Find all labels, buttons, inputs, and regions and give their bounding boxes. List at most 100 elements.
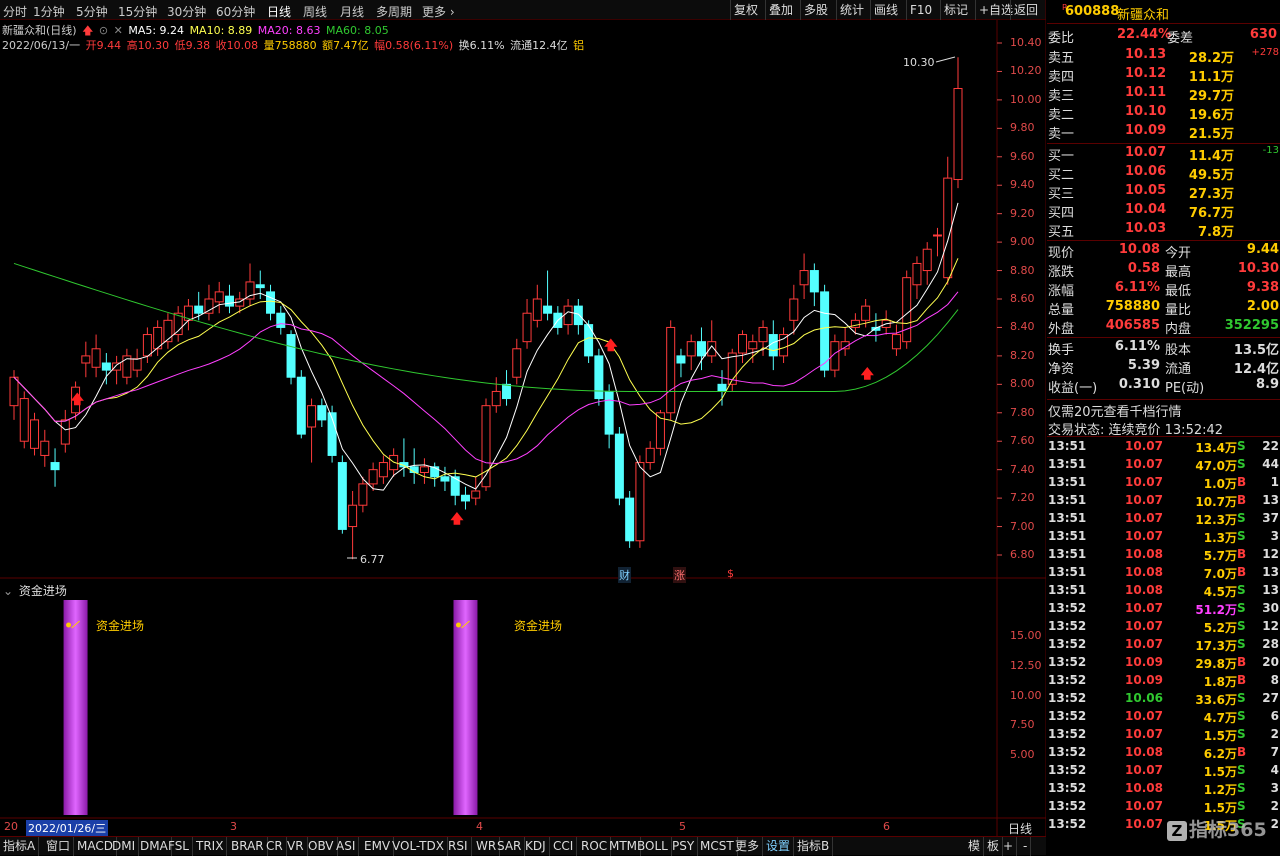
indicator-tabs: 指标A 窗口 MACD DMI DMA FSL TRIX BRAR CR VR OBV ASI EMV V… <box>0 836 1046 856</box>
stat-label-2: 量比 <box>1165 303 1192 318</box>
candle-body <box>19 398 29 442</box>
buy-arrow-icon: 🡅 <box>604 339 618 354</box>
tick-time: 13:52 <box>1048 709 1087 723</box>
tick-volume: 1.5万 <box>1203 801 1237 815</box>
tick-row: 13:52 10.07 51.2万 S 30 <box>1047 601 1280 619</box>
candle-body <box>101 362 111 371</box>
order-book-row: 卖四 10.12 11.1万 <box>1047 66 1280 85</box>
candle-body <box>81 355 91 364</box>
candle-body <box>686 341 696 357</box>
tick-count: 12 <box>1262 547 1279 561</box>
tick-count: 2 <box>1270 817 1279 831</box>
tick-count: 7 <box>1270 745 1279 759</box>
indicator-tab[interactable]: FSL <box>165 837 193 856</box>
indicator-tab[interactable]: CCI <box>550 837 578 856</box>
tick-count: 1 <box>1270 475 1279 489</box>
indicator-tab[interactable]: 指标B <box>794 837 834 856</box>
indicator-tab[interactable]: VOL-TDX <box>389 837 448 856</box>
tick-row: 13:52 10.06 33.6万 S 27 <box>1047 691 1280 709</box>
candle-body <box>666 326 676 414</box>
level-label: 买五 <box>1048 225 1075 240</box>
tick-side: B <box>1237 673 1247 687</box>
tick-row: 13:52 10.09 1.8万 B 8 <box>1047 673 1280 691</box>
tick-price: 10.07 <box>1125 493 1163 507</box>
tick-volume: 1.2万 <box>1203 783 1237 797</box>
tick-time: 13:51 <box>1048 583 1087 597</box>
indicator-tab[interactable]: 模 <box>965 837 985 856</box>
weibi-row: 委比 22.44% 委差 630 <box>1047 27 1280 46</box>
tick-side: B <box>1237 547 1247 561</box>
indicator-tab[interactable]: 指标A <box>0 837 40 856</box>
promo-row[interactable]: 仅需20元查看千档行情 <box>1047 399 1280 420</box>
indicator-tab[interactable]: 设置 <box>763 837 795 856</box>
tick-side: S <box>1237 601 1246 615</box>
tick-price: 10.09 <box>1125 673 1163 687</box>
indicator-tab[interactable]: BOLL <box>634 837 672 856</box>
order-book-row: 买五 10.03 7.8万 <box>1047 221 1280 240</box>
indicator-tab[interactable]: 更多 <box>732 837 764 856</box>
candle-body <box>645 447 655 464</box>
indicator-tab[interactable]: RSI <box>445 837 472 856</box>
candle-body <box>348 504 358 528</box>
tick-row: 13:52 10.07 5.2万 S 12 <box>1047 619 1280 637</box>
indicator-tab[interactable]: SAR <box>494 837 526 856</box>
tick-count: 28 <box>1262 637 1279 651</box>
candle-body <box>502 383 512 400</box>
price-tick-label: 8.60 <box>1010 292 1035 305</box>
candle-body <box>91 348 101 368</box>
tick-volume: 7.0万 <box>1203 567 1237 581</box>
stat-value: 5.39 <box>1127 358 1160 373</box>
candle-body <box>132 358 142 371</box>
tick-price: 10.08 <box>1125 781 1163 795</box>
level-price: 10.03 <box>1125 221 1167 236</box>
add-window-icon[interactable]: + <box>1000 837 1018 856</box>
tick-price: 10.08 <box>1125 547 1163 561</box>
indicator-tab[interactable]: BRAR <box>228 837 268 856</box>
remove-window-icon[interactable]: - <box>1020 837 1032 856</box>
kline-chart[interactable]: 🡅 🡅 🡅 🡅 <box>0 0 1046 855</box>
date-axis-period[interactable]: 日线 <box>1008 820 1032 837</box>
tick-count: 2 <box>1270 727 1279 741</box>
indicator-tab[interactable]: KDJ <box>522 837 550 856</box>
date-month-6: 6 <box>883 820 890 833</box>
level-price: 10.05 <box>1125 183 1167 198</box>
level-label: 买二 <box>1048 168 1075 183</box>
level-label: 买一 <box>1048 149 1075 164</box>
limit-up-badge[interactable]: 涨 <box>673 567 686 583</box>
tick-count: 44 <box>1262 457 1279 471</box>
candle-body <box>604 390 614 435</box>
trade-status: 交易状态: 连续竞价 13:52:42 <box>1048 423 1224 438</box>
tick-volume: 51.2万 <box>1195 603 1237 617</box>
stat-label: 换手 <box>1048 343 1075 358</box>
indicator-tab[interactable]: 窗口 <box>43 837 75 856</box>
finance-badge[interactable]: 财 <box>618 567 631 583</box>
level-volume: 29.7万 <box>1188 89 1234 104</box>
weibi-label: 委比 <box>1048 31 1075 46</box>
indicator-header[interactable]: ⌄ 资金进场 <box>3 582 69 599</box>
indicator-tab[interactable]: DMI <box>109 837 140 856</box>
indicator-tab[interactable]: VR <box>284 837 308 856</box>
dividend-badge[interactable]: $ <box>727 567 734 580</box>
stat-row: 换手 6.11% 股本 13.5亿 <box>1047 339 1280 358</box>
candle-body <box>820 291 830 371</box>
indicator-tab[interactable]: PSY <box>669 837 699 856</box>
price-tick-label: 10.00 <box>1010 92 1042 106</box>
candle-body <box>614 433 624 499</box>
candle-body <box>573 305 583 326</box>
tick-price: 10.09 <box>1125 655 1163 669</box>
candle-body <box>419 466 429 474</box>
tick-row: 13:51 10.07 13.4万 S 22 <box>1047 439 1280 457</box>
indicator-tab[interactable]: ASI <box>333 837 360 856</box>
low-price-label: 6.77 <box>360 553 385 566</box>
order-book-row: 卖五 10.13 28.2万 +278 <box>1047 47 1280 66</box>
indicator-tab[interactable]: TRIX <box>193 837 228 856</box>
stat-label: 现价 <box>1048 246 1075 261</box>
tick-volume: 29.8万 <box>1195 657 1237 671</box>
tick-side: S <box>1237 799 1246 813</box>
tick-row: 13:51 10.08 7.0万 B 13 <box>1047 565 1280 583</box>
level-price: 10.13 <box>1125 47 1167 62</box>
tick-count: 13 <box>1262 583 1279 597</box>
tick-volume: 4.7万 <box>1203 711 1237 725</box>
candle-body <box>440 476 450 482</box>
tick-side: B <box>1237 565 1247 579</box>
